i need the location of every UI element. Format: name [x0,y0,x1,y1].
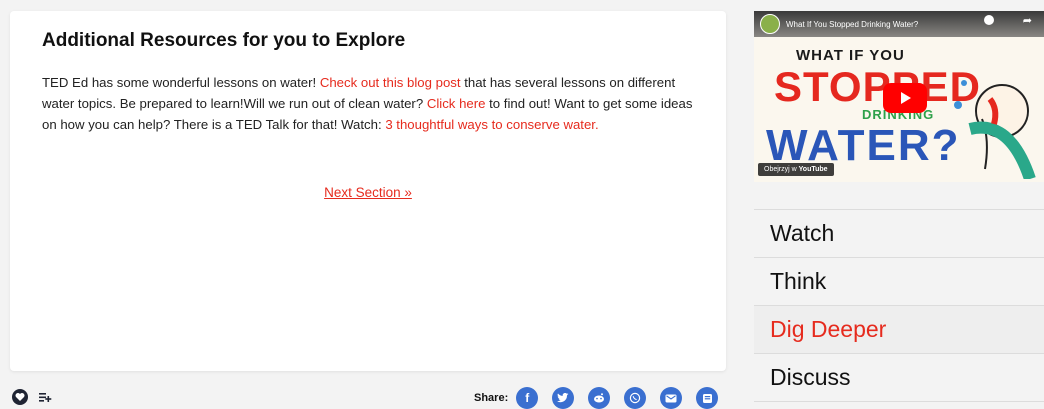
watch-on-label: Obejrzyj w [764,166,797,173]
nav-think-label: Think [770,268,827,294]
blog-post-link[interactable]: Check out this blog post [320,75,461,90]
share-bar: Share: f [474,387,732,409]
conserve-water-link[interactable]: 3 thoughtful ways to conserve water. [385,117,598,132]
play-icon[interactable] [883,83,927,113]
thumbnail-art-line1: WHAT IF YOU [796,47,905,64]
nav-discuss[interactable]: Discuss [754,354,1044,402]
nav-think[interactable]: Think [754,258,1044,306]
whatsapp-icon[interactable] [624,387,647,409]
twitter-icon[interactable] [552,387,575,409]
next-section-wrap: Next Section » [10,185,726,200]
share-arrow-icon[interactable]: ➦ [1023,14,1032,27]
watch-later-icon[interactable] [984,15,994,25]
nav-watch-label: Watch [770,220,835,246]
video-embed[interactable]: WHAT IF YOU STOPPED DRINKING WATER? What… [754,11,1044,182]
section-heading: Additional Resources for you to Explore [42,30,406,51]
resources-paragraph: TED Ed has some wonderful lessons on wat… [42,72,702,135]
youtube-logo: YouTube [798,166,828,173]
nav-dig-deeper-label: Dig Deeper [770,316,887,342]
nav-watch[interactable]: Watch [754,209,1044,258]
nav-dig-deeper[interactable]: Dig Deeper [754,306,1044,354]
resources-card: Additional Resources for you to Explore … [10,11,726,371]
reddit-icon[interactable] [588,387,611,409]
video-topbar: What If You Stopped Drinking Water? ➦ [754,11,1044,37]
paragraph-text-1: TED Ed has some wonderful lessons on wat… [42,75,320,90]
bottom-actions [12,389,52,405]
thumbnail-illustration [954,80,1036,179]
facebook-icon[interactable]: f [516,387,539,409]
nav-discuss-label: Discuss [770,364,851,390]
email-icon[interactable] [660,387,683,409]
add-to-queue-icon[interactable] [38,390,52,404]
print-icon[interactable] [696,387,719,409]
share-label: Share: [474,392,509,404]
lesson-sidenav: Watch Think Dig Deeper Discuss [754,209,1044,402]
video-title[interactable]: What If You Stopped Drinking Water? [786,20,918,29]
next-section-link[interactable]: Next Section » [324,185,412,200]
watch-on-youtube[interactable]: Obejrzyj w YouTube [758,163,834,176]
click-here-link[interactable]: Click here [427,96,486,111]
heart-icon[interactable] [12,389,28,405]
channel-avatar[interactable] [760,14,780,34]
